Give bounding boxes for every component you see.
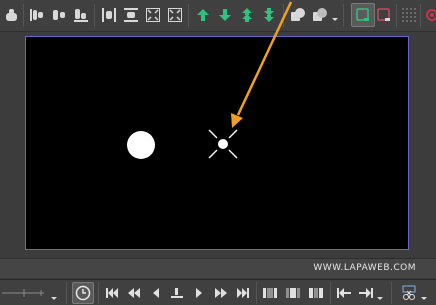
distribute-vertical-icon[interactable]	[121, 5, 141, 25]
move-to-top-icon[interactable]	[237, 5, 257, 25]
toolbar-separator	[343, 4, 344, 27]
toolbar-separator	[283, 4, 284, 27]
toolbar-separator	[420, 4, 421, 27]
play-icon[interactable]	[190, 284, 208, 302]
first-frame-icon[interactable]	[103, 284, 121, 302]
frame-mode-b-icon[interactable]	[284, 284, 302, 302]
grid-icon[interactable]	[399, 5, 419, 25]
fit-to-stage-icon[interactable]	[143, 5, 163, 25]
frame-mode-a-icon[interactable]	[261, 284, 279, 302]
move-down-icon[interactable]	[215, 5, 235, 25]
distribute-horizontal-icon[interactable]	[99, 5, 119, 25]
shape-subtract-icon[interactable]	[310, 5, 330, 25]
move-up-icon[interactable]	[193, 5, 213, 25]
toolbar-separator	[66, 282, 67, 304]
toolbar-separator	[23, 4, 24, 27]
align-bottom-icon[interactable]	[71, 5, 91, 25]
move-to-bottom-icon[interactable]	[259, 5, 279, 25]
onion-skin-icon[interactable]	[423, 5, 436, 25]
align-top-icon[interactable]	[27, 5, 47, 25]
zoom-slider[interactable]	[2, 284, 46, 302]
toolbar-separator	[188, 4, 189, 27]
app-window: WWW.LAPAWEB.COM	[0, 0, 436, 305]
chevron-down-icon[interactable]	[418, 284, 430, 302]
toolbar-separator	[256, 282, 257, 304]
next-marker-icon[interactable]	[357, 284, 375, 302]
prev-marker-icon[interactable]	[335, 284, 353, 302]
toolbar-separator	[94, 4, 95, 27]
previous-keyframe-icon[interactable]	[125, 284, 143, 302]
toolbar-separator	[330, 282, 331, 304]
top-toolbar	[0, 0, 436, 32]
snap-to-objects-icon[interactable]	[351, 3, 375, 27]
white-circle[interactable]	[127, 131, 155, 159]
scale-to-fit-icon[interactable]	[165, 5, 185, 25]
align-left-icon[interactable]	[2, 5, 22, 25]
toolbar-separator	[98, 282, 99, 304]
chevron-down-icon[interactable]	[330, 5, 340, 25]
scissors-icon[interactable]	[400, 284, 418, 302]
stop-icon[interactable]	[168, 284, 186, 302]
shape-union-icon[interactable]	[288, 5, 308, 25]
bottom-toolbar	[0, 279, 436, 305]
status-bar: WWW.LAPAWEB.COM	[0, 258, 436, 278]
last-frame-icon[interactable]	[234, 284, 252, 302]
toolbar-separator	[396, 4, 397, 27]
previous-frame-icon[interactable]	[147, 284, 165, 302]
watermark-text: WWW.LAPAWEB.COM	[313, 263, 416, 273]
next-keyframe-icon[interactable]	[212, 284, 230, 302]
canvas-area	[0, 32, 436, 258]
toolbar-separator	[391, 282, 392, 304]
clock-icon[interactable]	[72, 282, 94, 304]
frame-mode-c-icon[interactable]	[307, 284, 325, 302]
chevron-down-icon[interactable]	[48, 284, 60, 302]
snap-to-grid-icon[interactable]	[374, 5, 394, 25]
stage[interactable]	[25, 36, 409, 250]
align-center-icon[interactable]	[49, 5, 69, 25]
chevron-down-icon[interactable]	[375, 284, 385, 302]
small-dot[interactable]	[218, 139, 228, 149]
